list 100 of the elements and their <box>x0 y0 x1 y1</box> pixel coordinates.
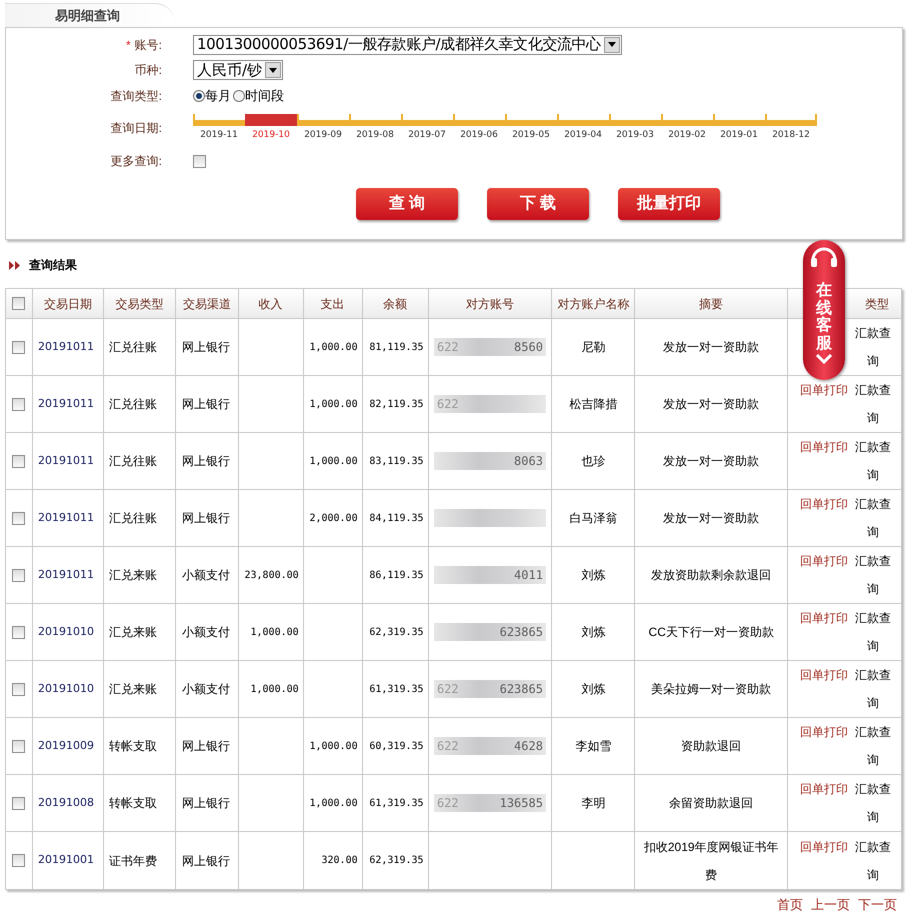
table-cell-text: 发放一对一资助款 <box>663 453 760 470</box>
checkbox[interactable] <box>12 854 26 867</box>
table-cell-text: 刘炼 <box>581 567 606 584</box>
masked-account: 622 4628 <box>434 737 546 755</box>
checkbox[interactable] <box>12 398 26 410</box>
table-cell-text: 1,000.00 <box>250 682 299 696</box>
month-label[interactable]: 2019-10 <box>252 128 290 142</box>
table-cell-text: 1,000.00 <box>309 454 358 468</box>
month-label[interactable]: 2019-03 <box>616 128 654 142</box>
table-cell-text: 61,319.35 <box>369 682 424 696</box>
remittance-query-link[interactable]: 汇款查询 <box>853 832 894 888</box>
table-cell-text: 20191001 <box>38 852 94 868</box>
receipt-print-link[interactable]: 回单打印 <box>800 832 848 888</box>
table-cell-text: 汇兑往账 <box>108 339 157 356</box>
table-cell-text: 60,319.35 <box>369 740 424 754</box>
timeline-segment[interactable] <box>245 114 297 126</box>
table-cell-text: 小额支付 <box>182 567 230 584</box>
month-label[interactable]: 2019-07 <box>408 128 446 142</box>
table-cell-text: 网上银行 <box>182 339 230 356</box>
checkbox[interactable] <box>12 340 26 354</box>
checkbox[interactable] <box>193 154 206 168</box>
table-cell-text: 62,319.35 <box>369 854 424 868</box>
pagination-link[interactable]: 上一页 <box>811 895 850 912</box>
currency-label: 币种: <box>134 62 163 79</box>
service-label: 在线客服 <box>816 282 832 352</box>
month-label[interactable]: 2019-09 <box>304 128 342 142</box>
pagination-link[interactable]: 首页 <box>777 895 803 912</box>
table-cell-text: 网上银行 <box>182 510 230 527</box>
checkbox[interactable] <box>12 740 26 752</box>
remittance-query-link[interactable]: 汇款查询 <box>853 319 894 375</box>
table-cell-text: 20191009 <box>38 738 94 754</box>
table-cell-text: 转帐支取 <box>108 795 157 812</box>
checkbox[interactable] <box>12 796 26 810</box>
month-label[interactable]: 2019-11 <box>200 128 238 142</box>
month-label[interactable]: 2019-06 <box>460 128 498 142</box>
account-select[interactable]: 1001300000053691/一般存款账户/成都祥久幸文化交流中心 <box>193 34 622 54</box>
receipt-print-link[interactable]: 回单打印 <box>800 547 848 603</box>
month-label[interactable]: 2019-02 <box>668 128 706 142</box>
masked-account: 622 <box>434 395 546 413</box>
column-header: 交易日期 <box>44 296 92 312</box>
month-label[interactable]: 2019-08 <box>356 128 394 142</box>
column-header: 交易类型 <box>115 296 164 312</box>
table-cell-text: 20191011 <box>38 338 94 355</box>
receipt-print-link[interactable]: 回单打印 <box>800 604 848 660</box>
dropdown-icon <box>265 62 282 78</box>
checkbox[interactable] <box>12 626 26 638</box>
account-label: 账号: <box>134 38 162 52</box>
checkbox[interactable] <box>12 512 26 524</box>
remittance-query-link[interactable]: 汇款查询 <box>853 775 894 831</box>
table-cell-text: 尼勒 <box>581 339 606 356</box>
checkbox[interactable] <box>12 454 26 468</box>
table-cell-text: 62,319.35 <box>369 626 424 640</box>
receipt-print-link[interactable]: 回单打印 <box>800 433 848 489</box>
results-title: 查询结果 <box>29 257 77 274</box>
currency-select[interactable]: 人民币/钞 <box>193 60 284 80</box>
action-button[interactable]: 下 载 <box>487 188 589 220</box>
action-button[interactable]: 批量打印 <box>618 188 720 220</box>
receipt-print-link[interactable]: 回单打印 <box>800 718 848 774</box>
receipt-print-link[interactable]: 回单打印 <box>800 661 848 717</box>
remittance-query-link[interactable]: 汇款查询 <box>853 718 894 774</box>
column-header: 余额 <box>383 296 408 312</box>
table-cell-text: 84,119.35 <box>369 512 424 526</box>
radio-button[interactable] <box>193 90 205 102</box>
remittance-query-link[interactable]: 汇款查询 <box>853 547 894 603</box>
table-cell-text: 汇兑往账 <box>108 396 157 413</box>
table-cell-text: 证书年费 <box>108 852 157 870</box>
radio-label: 时间段 <box>245 87 284 106</box>
table-cell-text: 汇兑来账 <box>108 624 157 641</box>
table-cell-text: 网上银行 <box>182 738 230 755</box>
table-cell-text: 20191011 <box>38 510 94 526</box>
table-cell-text: 李明 <box>581 795 606 812</box>
receipt-print-link[interactable]: 回单打印 <box>800 490 848 546</box>
month-label[interactable]: 2019-05 <box>512 128 550 142</box>
table-cell-text: 20191011 <box>38 452 94 469</box>
table-cell-text: 20191008 <box>38 794 94 811</box>
remittance-query-link[interactable]: 汇款查询 <box>853 433 894 489</box>
month-label[interactable]: 2019-04 <box>564 128 602 142</box>
table-cell-text: 发放一对一资助款 <box>663 339 760 356</box>
remittance-query-link[interactable]: 汇款查询 <box>853 376 894 432</box>
remittance-query-link[interactable]: 汇款查询 <box>853 490 894 546</box>
table-cell-text: 发放资助款剩余款退回 <box>651 567 772 584</box>
table-cell-text: 网上银行 <box>182 396 230 413</box>
table-cell-text: 网上银行 <box>182 795 230 812</box>
column-header: 类型 <box>865 296 889 312</box>
action-button[interactable]: 查 询 <box>356 188 458 220</box>
remittance-query-link[interactable]: 汇款查询 <box>853 604 894 660</box>
remittance-query-link[interactable]: 汇款查询 <box>853 661 894 717</box>
table-cell-text: 20191011 <box>38 566 94 583</box>
checkbox[interactable] <box>12 568 26 582</box>
checkbox[interactable] <box>12 682 26 696</box>
table-cell-text: 扣收2019年度网银证书年费 <box>643 838 780 884</box>
radio-button[interactable] <box>233 90 245 102</box>
pagination-link[interactable]: 下一页 <box>858 895 897 912</box>
online-service-widget[interactable]: 在线客服 <box>803 240 845 380</box>
month-label[interactable]: 2018-12 <box>772 128 810 142</box>
table-cell-text: 汇兑往账 <box>108 510 157 527</box>
checkbox[interactable] <box>12 297 26 310</box>
receipt-print-link[interactable]: 回单打印 <box>800 775 848 831</box>
month-label[interactable]: 2019-01 <box>720 128 758 142</box>
table-cell-text: 20191010 <box>38 680 94 697</box>
